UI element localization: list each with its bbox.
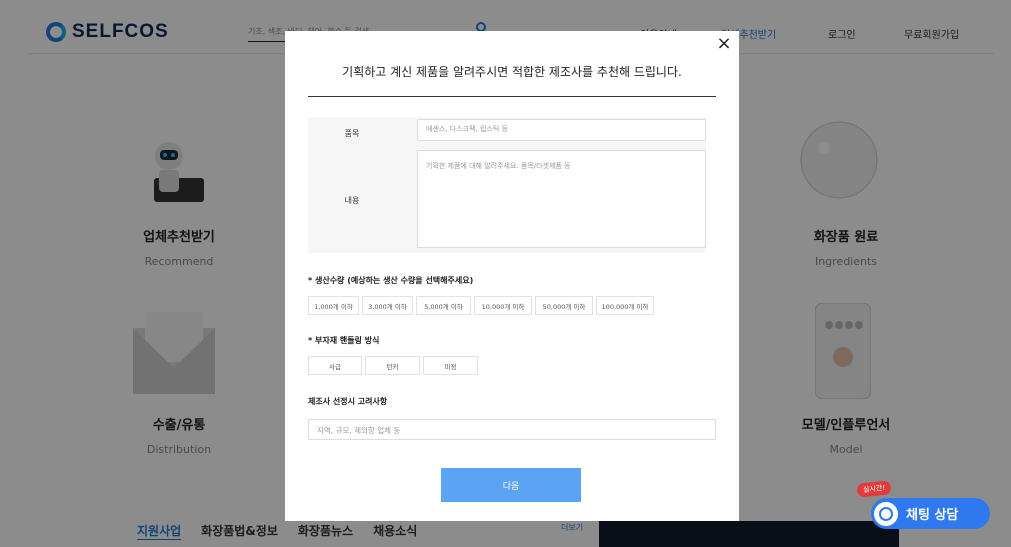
item-label: 품목 xyxy=(344,129,360,138)
material-option-supply[interactable]: 사급 xyxy=(308,356,362,375)
consider-label: 제조사 선정시 고려사항 xyxy=(308,397,388,406)
request-modal: × 기획하고 계신 제품을 알려주시면 적합한 제조사를 추천해 드립니다. 품… xyxy=(285,31,739,521)
chat-label: 채팅 상담 xyxy=(906,508,959,523)
material-label: * 부자재 핸들링 방식 xyxy=(308,336,380,345)
quantity-option[interactable]: 10,000개 이하 xyxy=(474,296,532,315)
form-table: 품목 에센스, 다스크팩, 립스틱 등 내용 기획한 제품에 대해 알려주세요.… xyxy=(308,117,706,253)
content-label: 내용 xyxy=(344,196,360,205)
material-options: 사급 턴키 미정 xyxy=(308,356,481,375)
chat-icon xyxy=(874,501,898,526)
quantity-option[interactable]: 1,000개 이하 xyxy=(308,296,359,315)
consider-input[interactable]: 지역, 규모, 제의항 업체 등 xyxy=(308,419,716,440)
quantity-option[interactable]: 50,000개 이하 xyxy=(535,296,593,315)
quantity-option[interactable]: 3,000개 이하 xyxy=(362,296,413,315)
quantity-options: 1,000개 이하 3,000개 이하 5,000개 이하 10,000개 이하… xyxy=(308,296,657,315)
close-button[interactable]: × xyxy=(715,35,733,53)
material-option-turnkey[interactable]: 턴키 xyxy=(365,356,420,375)
divider xyxy=(308,96,716,97)
chat-consult-button[interactable]: 채팅 상담 xyxy=(871,498,990,529)
content-textarea[interactable]: 기획한 제품에 대해 알려주세요. 품목/타겟제품 등 xyxy=(417,150,706,248)
quantity-option[interactable]: 100,000개 이하 xyxy=(596,296,654,315)
modal-title: 기획하고 계신 제품을 알려주시면 적합한 제조사를 추천해 드립니다. xyxy=(342,65,682,79)
quantity-option[interactable]: 5,000개 이하 xyxy=(416,296,471,315)
next-button[interactable]: 다음 xyxy=(441,468,581,502)
material-option-undecided[interactable]: 미정 xyxy=(423,356,478,375)
item-input[interactable]: 에센스, 다스크팩, 립스틱 등 xyxy=(417,119,706,141)
quantity-label: * 생산수량 (예상하는 생산 수량을 선택해주세요) xyxy=(308,276,474,285)
